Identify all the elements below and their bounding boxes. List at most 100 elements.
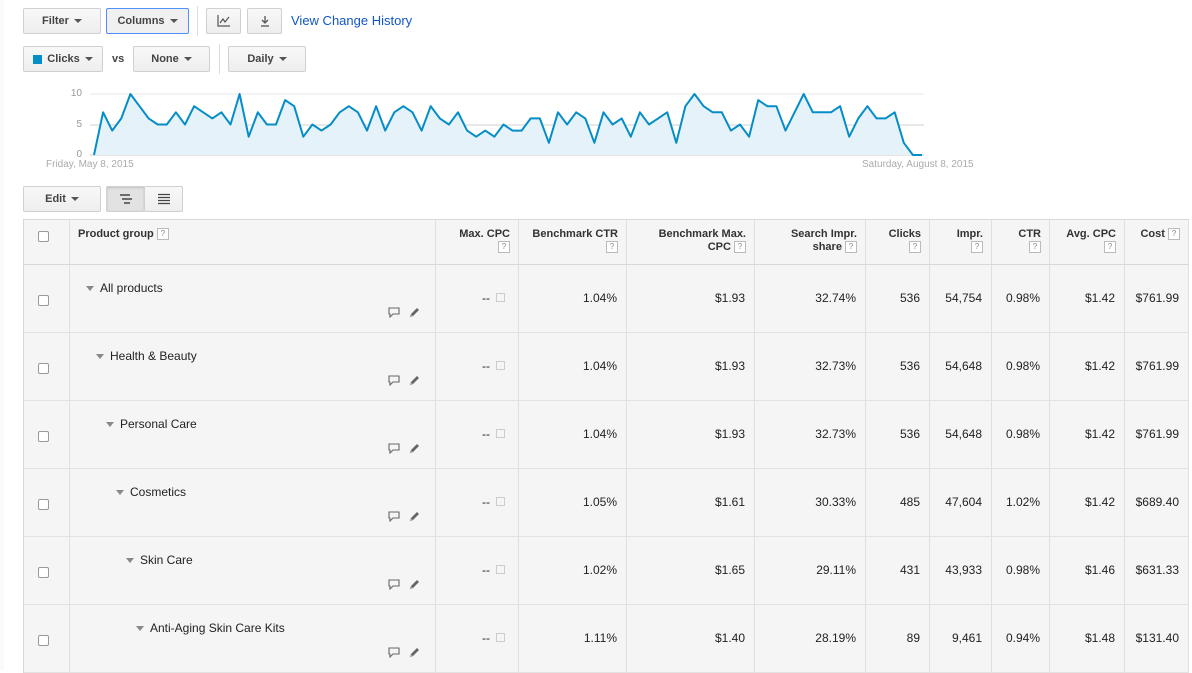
expand-triangle-icon[interactable] (96, 353, 104, 359)
impr-cell: 54,648 (930, 333, 992, 400)
product-group-cell: Skin Care (70, 537, 436, 604)
comment-icon[interactable] (388, 579, 400, 590)
product-group-name[interactable]: Personal Care (106, 417, 197, 431)
header-label: Search Impr. (790, 228, 857, 240)
help-icon[interactable]: ? (845, 241, 857, 254)
checkbox-icon (496, 429, 505, 438)
product-group-name[interactable]: Anti-Aging Skin Care Kits (136, 621, 285, 635)
header-label: Benchmark CTR (532, 228, 618, 240)
header-clicks[interactable]: Clicks ? (866, 220, 930, 264)
select-all-checkbox[interactable] (38, 231, 49, 242)
max-cpc-value[interactable]: -- (482, 359, 490, 373)
header-label: Avg. CPC (1066, 228, 1116, 240)
help-icon[interactable]: ? (971, 241, 983, 254)
clicks-cell: 89 (866, 605, 930, 672)
header-benchmark-max-cpc[interactable]: Benchmark Max. CPC ? (627, 220, 755, 264)
header-search-impr-share[interactable]: Search Impr. share ? (755, 220, 866, 264)
checkbox-icon (496, 633, 505, 642)
pencil-icon[interactable] (408, 374, 421, 387)
row-checkbox[interactable] (38, 431, 49, 442)
row-checkbox[interactable] (38, 295, 49, 306)
edit-button[interactable]: Edit (23, 186, 101, 212)
row-checkbox[interactable] (38, 499, 49, 510)
header-product-group[interactable]: Product group ? (70, 220, 436, 264)
clicks-cell: 431 (866, 537, 930, 604)
avg-cpc-cell: $1.42 (1050, 265, 1125, 332)
comment-icon[interactable] (388, 307, 400, 318)
expand-triangle-icon[interactable] (86, 285, 94, 291)
product-group-name[interactable]: Cosmetics (116, 485, 186, 499)
expand-triangle-icon[interactable] (116, 489, 124, 495)
max-cpc-value[interactable]: -- (482, 495, 490, 509)
header-max-cpc[interactable]: Max. CPC ? (436, 220, 519, 264)
header-cost[interactable]: Cost ? (1125, 220, 1189, 264)
max-cpc-cell: -- (436, 401, 519, 468)
header-label: CPC (707, 241, 731, 253)
comment-icon[interactable] (388, 511, 400, 522)
comment-icon[interactable] (388, 647, 400, 658)
product-group-label: Cosmetics (130, 485, 187, 499)
pencil-icon[interactable] (408, 306, 421, 319)
table-row: Anti-Aging Skin Care Kits -- 1.11% $1.40 28.… (24, 605, 1189, 673)
tree-view-icon (119, 194, 132, 204)
pencil-icon[interactable] (408, 578, 421, 591)
pencil-icon[interactable] (408, 510, 421, 523)
help-icon[interactable]: ? (156, 228, 169, 241)
help-icon[interactable]: ? (498, 241, 510, 254)
row-checkbox[interactable] (38, 567, 49, 578)
product-group-label: Health & Beauty (110, 349, 197, 363)
help-icon[interactable]: ? (606, 241, 618, 254)
row-checkbox[interactable] (38, 635, 49, 646)
header-label: Max. CPC (459, 228, 510, 240)
product-group-name[interactable]: Skin Care (126, 553, 193, 567)
max-cpc-value[interactable]: -- (482, 291, 490, 305)
help-icon[interactable]: ? (1104, 241, 1116, 254)
header-label: Benchmark Max. (658, 228, 746, 240)
help-icon[interactable]: ? (1168, 228, 1180, 241)
help-icon[interactable]: ? (909, 241, 921, 254)
max-cpc-value[interactable]: -- (482, 563, 490, 577)
list-view-button[interactable] (144, 186, 183, 212)
pencil-icon[interactable] (408, 646, 421, 659)
product-group-name[interactable]: All products (86, 281, 163, 295)
comment-icon[interactable] (388, 443, 400, 454)
row-checkbox[interactable] (38, 363, 49, 374)
pencil-icon[interactable] (408, 442, 421, 455)
header-label: Clicks (888, 228, 921, 240)
edit-label: Edit (45, 193, 66, 205)
max-cpc-cell: -- (436, 605, 519, 672)
comment-icon[interactable] (388, 375, 400, 386)
checkbox-icon (496, 565, 505, 574)
header-impr[interactable]: Impr. ? (930, 220, 992, 264)
header-ctr[interactable]: CTR ? (992, 220, 1050, 264)
ctr-cell: 0.98% (992, 537, 1050, 604)
help-icon[interactable]: ? (1029, 241, 1041, 254)
header-label: share (812, 241, 842, 253)
tree-view-button[interactable] (106, 186, 145, 212)
max-cpc-cell: -- (436, 469, 519, 536)
checkbox-icon (496, 497, 505, 506)
bench-ctr-cell: 1.11% (519, 605, 627, 672)
avg-cpc-cell: $1.48 (1050, 605, 1125, 672)
max-cpc-value[interactable]: -- (482, 427, 490, 441)
clicks-chart[interactable] (0, 0, 1192, 170)
product-group-label: Personal Care (120, 417, 197, 431)
bench-ctr-cell: 1.04% (519, 333, 627, 400)
product-group-name[interactable]: Health & Beauty (96, 349, 197, 363)
help-icon[interactable]: ? (734, 241, 746, 254)
search-impr-cell: 32.74% (755, 265, 866, 332)
header-benchmark-ctr[interactable]: Benchmark CTR ? (519, 220, 627, 264)
cost-cell: $131.40 (1125, 605, 1189, 672)
header-avg-cpc[interactable]: Avg. CPC ? (1050, 220, 1125, 264)
bench-ctr-cell: 1.02% (519, 537, 627, 604)
cost-cell: $761.99 (1125, 333, 1189, 400)
expand-triangle-icon[interactable] (106, 421, 114, 427)
bench-ctr-cell: 1.05% (519, 469, 627, 536)
avg-cpc-cell: $1.42 (1050, 469, 1125, 536)
bench-max-cpc-cell: $1.65 (627, 537, 755, 604)
table-row: Personal Care -- 1.04% $1.93 32.73% 536 54,648… (24, 401, 1189, 469)
max-cpc-value[interactable]: -- (482, 631, 490, 645)
expand-triangle-icon[interactable] (126, 557, 134, 563)
expand-triangle-icon[interactable] (136, 625, 144, 631)
clicks-cell: 536 (866, 333, 930, 400)
